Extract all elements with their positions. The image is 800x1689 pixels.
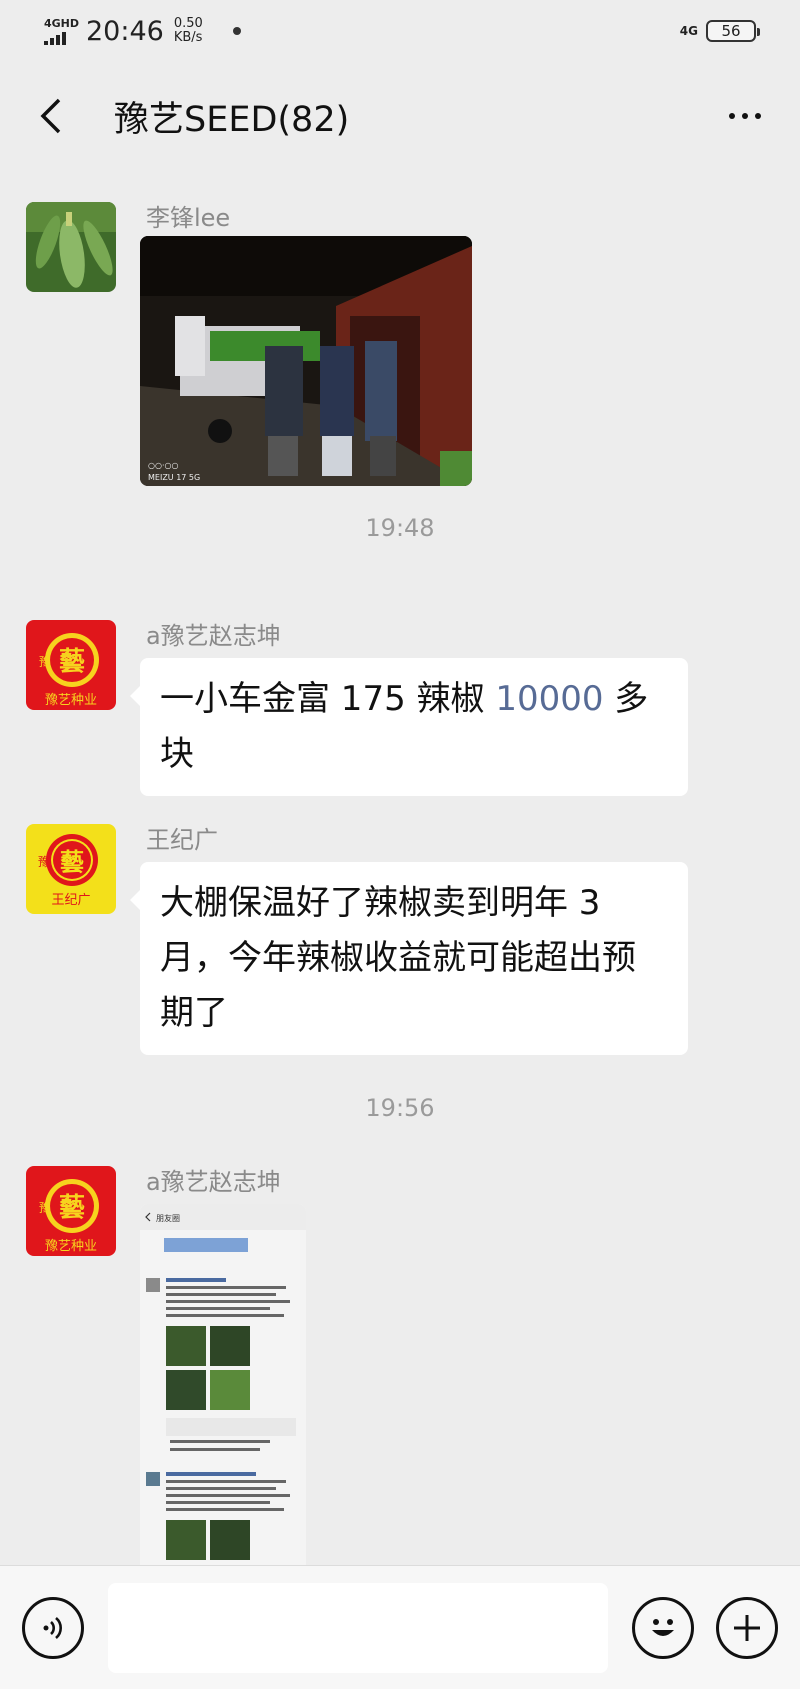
avatar-name-text: 王纪广 <box>51 893 90 908</box>
voice-icon[interactable] <box>22 1596 84 1659</box>
avatar[interactable]: 藝 豫 豫艺种业 <box>26 1166 116 1256</box>
svg-text:豫: 豫 <box>39 1201 51 1215</box>
speed-unit: KB/s <box>173 30 203 45</box>
avatar[interactable]: 藝 豫 王纪广 <box>26 824 116 914</box>
status-bar: 4GHD 20:46 0.50 KB/s 4G 56 <box>0 0 800 62</box>
battery-icon: 56 <box>706 20 760 42</box>
timestamp: 19:48 <box>365 514 435 542</box>
speed-value: 0.50 <box>173 16 203 31</box>
emoji-icon[interactable] <box>632 1596 694 1659</box>
sender-name: a豫艺赵志坤 <box>146 1168 281 1196</box>
more-dots-icon[interactable] <box>720 96 770 136</box>
timestamp: 19:56 <box>365 1094 435 1122</box>
chevron-left-icon[interactable] <box>30 96 70 136</box>
signal-bars-icon <box>44 31 66 45</box>
battery-level: 56 <box>721 22 741 40</box>
sender-name: 李锋lee <box>146 204 231 232</box>
message-text: 一小车金富 175 辣椒 <box>160 679 496 719</box>
image-caption: MEIZU 17 5G <box>148 473 200 482</box>
network-type: 4GHD <box>44 16 80 30</box>
photo-thumbnail[interactable]: ○○·○○ MEIZU 17 5G <box>140 236 472 486</box>
avatar-logo-text: 豫艺种业 <box>45 1239 97 1254</box>
status-right: 4G 56 <box>679 20 760 42</box>
avatar[interactable] <box>26 202 116 292</box>
svg-text:豫: 豫 <box>38 855 50 869</box>
cellular-signal: 4GHD <box>44 18 80 45</box>
svg-text:藝: 藝 <box>59 647 85 677</box>
message-bubble[interactable]: 大棚保温好了辣椒卖到明年 3 月，今年辣椒收益就可能超出预期了 <box>130 862 688 1055</box>
sender-name: 王纪广 <box>146 826 218 854</box>
number-link[interactable]: 10000 <box>495 679 603 719</box>
message-text: 大棚保温好了辣椒卖到明年 3 月，今年辣椒收益就可能超出预期了 <box>160 883 636 1033</box>
screenshot-header: 朋友圈 <box>156 1213 180 1223</box>
input-bar <box>0 1565 800 1689</box>
network-speed: 0.50 KB/s <box>174 17 203 45</box>
chat-title: 豫艺SEED(82) <box>114 99 350 140</box>
chat-message-list[interactable]: 李锋lee ○○·○○ MEIZU 17 5G 19:48 藝 豫 豫艺种业 a… <box>0 150 800 1565</box>
message-bubble[interactable]: 一小车金富 175 辣椒 10000 多块 <box>130 658 688 796</box>
sender-name: a豫艺赵志坤 <box>146 622 281 650</box>
svg-text:藝: 藝 <box>59 1193 85 1223</box>
svg-text:○○·○○: ○○·○○ <box>148 461 178 470</box>
clock: 20:46 <box>86 15 164 47</box>
notification-dot <box>232 27 241 35</box>
message-input[interactable] <box>108 1582 608 1673</box>
svg-text:藝: 藝 <box>60 847 84 876</box>
svg-text:豫: 豫 <box>39 655 51 669</box>
avatar-logo-text: 豫艺种业 <box>45 693 97 708</box>
plus-icon[interactable] <box>716 1596 778 1659</box>
network-type-right: 4G <box>679 24 698 38</box>
screenshot-thumbnail[interactable]: 朋友圈 <box>140 1204 306 1565</box>
avatar[interactable]: 藝 豫 豫艺种业 <box>26 620 116 710</box>
